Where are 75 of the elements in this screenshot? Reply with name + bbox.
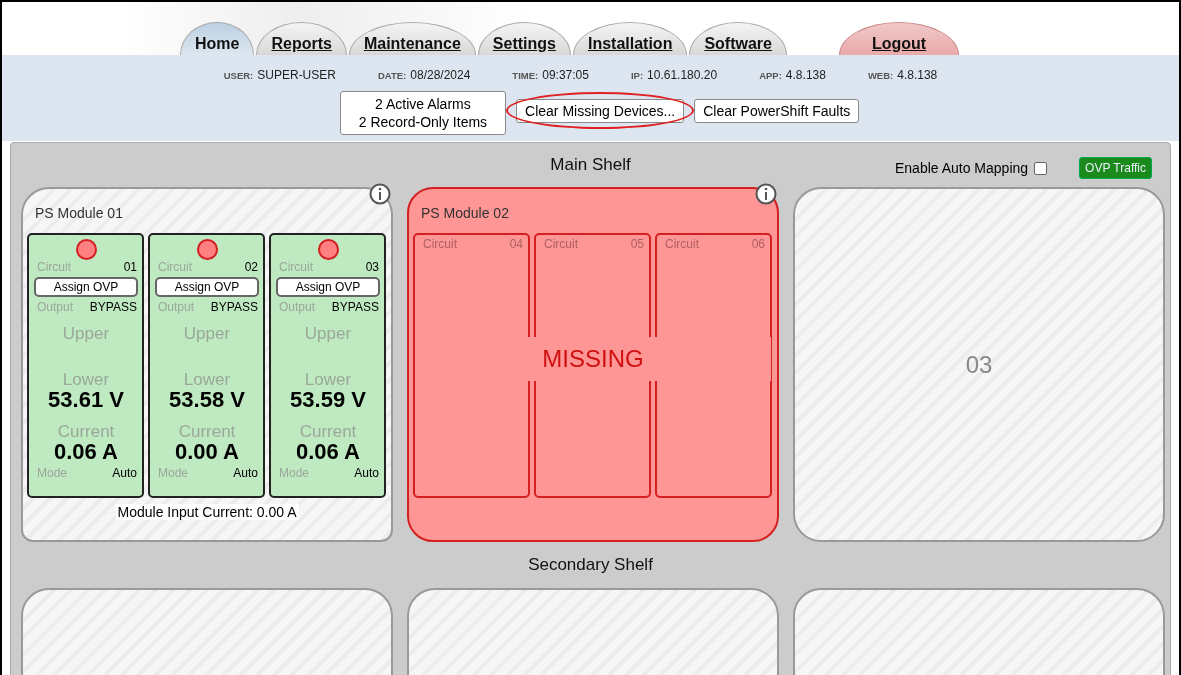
status-label: WEB:: [867, 70, 894, 81]
nav-tab[interactable]: Home: [180, 22, 255, 55]
circuit-label: Circuit: [158, 260, 192, 274]
circuit-label: Circuit: [423, 237, 457, 251]
nav-tab[interactable]: Installation: [572, 22, 688, 55]
status-label: USER:: [223, 70, 254, 81]
nav-tab[interactable]: Maintenance: [348, 22, 476, 55]
status-value: SUPER-USER: [257, 68, 336, 82]
circuit-label: Circuit: [665, 237, 699, 251]
circuit-number: 04: [509, 237, 523, 251]
current-label: Current: [299, 422, 357, 442]
status-value: 4.8.138: [785, 68, 826, 82]
upper-label: Upper: [183, 324, 231, 344]
circuit-number: 02: [244, 260, 258, 274]
voltage-value: 53.58 V: [169, 388, 245, 412]
output-value: BYPASS: [89, 300, 137, 314]
lower-label: Lower: [304, 370, 352, 390]
upper-label: Upper: [304, 324, 352, 344]
module-title: PS Module 02: [421, 205, 509, 223]
nav-tab[interactable]: Software: [689, 22, 787, 55]
mode-label: Mode: [279, 466, 310, 480]
output-label: Output: [279, 300, 316, 314]
voltage-value: 53.61 V: [48, 388, 124, 412]
shelf-title: Main Shelf: [550, 155, 631, 175]
current-label: Current: [178, 422, 236, 442]
current-value: 0.00 A: [175, 440, 239, 464]
status-value: 4.8.138: [897, 68, 938, 82]
circuit-number: 05: [630, 237, 644, 251]
mode-label: Mode: [37, 466, 68, 480]
current-label: Current: [57, 422, 115, 442]
circuit-number: 03: [365, 260, 379, 274]
ovp-traffic-button[interactable]: OVP Traffic: [1079, 157, 1152, 179]
info-icon[interactable]: [755, 183, 777, 205]
assign-ovp-button[interactable]: Assign OVP: [276, 277, 380, 297]
mode-value: Auto: [354, 466, 379, 480]
circuit-number: 06: [751, 237, 765, 251]
status-label: IP:: [630, 70, 644, 81]
status-value: 09:37:05: [542, 68, 589, 82]
assign-ovp-button[interactable]: Assign OVP: [34, 277, 138, 297]
lower-label: Lower: [183, 370, 231, 390]
action-button[interactable]: Clear PowerShift Faults: [694, 99, 860, 123]
module-input-current: Module Input Current: 0.00 A: [115, 504, 299, 520]
status-label: APP:: [759, 70, 782, 81]
lower-label: Lower: [62, 370, 110, 390]
current-value: 0.06 A: [296, 440, 360, 464]
info-icon[interactable]: [369, 183, 391, 205]
output-value: BYPASS: [331, 300, 379, 314]
circuit-label: Circuit: [544, 237, 578, 251]
output-label: Output: [37, 300, 74, 314]
slot-number: 03: [965, 350, 993, 379]
action-button[interactable]: 2 Active Alarms 2 Record-Only Items: [339, 91, 507, 135]
status-label: TIME:: [512, 70, 539, 81]
current-value: 0.06 A: [54, 440, 118, 464]
auto-mapping-checkbox[interactable]: [1034, 161, 1048, 175]
assign-ovp-button[interactable]: Assign OVP: [155, 277, 259, 297]
mode-value: Auto: [233, 466, 258, 480]
status-value: 08/28/2024: [410, 68, 471, 82]
output-value: BYPASS: [210, 300, 258, 314]
nav-tab[interactable]: Reports: [256, 22, 347, 55]
upper-label: Upper: [62, 324, 110, 344]
circuit-label: Circuit: [279, 260, 313, 274]
shelf-title: Secondary Shelf: [528, 555, 653, 575]
logout-tab[interactable]: Logout: [839, 22, 960, 55]
status-value: 10.61.180.20: [647, 68, 718, 82]
circuit-label: Circuit: [37, 260, 71, 274]
voltage-value: 53.59 V: [290, 388, 366, 412]
nav-tab[interactable]: Settings: [477, 22, 571, 55]
auto-mapping-label: Enable Auto Mapping: [894, 160, 1029, 176]
mode-label: Mode: [158, 466, 189, 480]
circuit-number: 01: [123, 260, 137, 274]
output-label: Output: [158, 300, 195, 314]
mode-value: Auto: [112, 466, 137, 480]
status-label: DATE:: [377, 70, 407, 81]
action-button[interactable]: Clear Missing Devices...: [516, 99, 685, 123]
module-title: PS Module 01: [35, 205, 123, 223]
